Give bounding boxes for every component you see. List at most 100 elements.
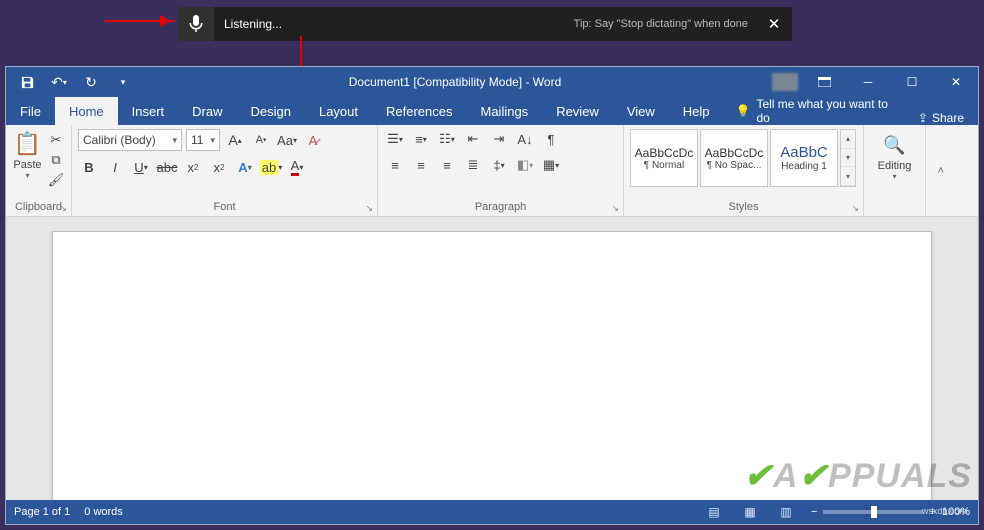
italic-button[interactable]: I	[104, 157, 126, 177]
styles-gallery[interactable]: AaBbCcDc¶ Normal AaBbCcDc¶ No Spac... Aa…	[630, 129, 856, 187]
lightbulb-icon: 💡	[736, 104, 751, 118]
bullets-button[interactable]: ☰▾	[384, 129, 406, 149]
tab-home[interactable]: Home	[55, 97, 118, 125]
page-indicator[interactable]: Page 1 of 1	[14, 506, 70, 518]
tab-mailings[interactable]: Mailings	[467, 97, 543, 125]
multilevel-list-button[interactable]: ☷▾	[436, 129, 458, 149]
share-icon: ⇪	[918, 111, 928, 125]
sort-button[interactable]: A↓	[514, 129, 536, 149]
microphone-icon[interactable]	[178, 7, 214, 41]
word-count[interactable]: 0 words	[84, 506, 123, 518]
zoom-slider-thumb[interactable]	[871, 506, 877, 518]
shading-button[interactable]: ◧▾	[514, 155, 536, 175]
window-close-icon[interactable]: ✕	[934, 67, 978, 97]
bold-button[interactable]: B	[78, 157, 100, 177]
strikethrough-button[interactable]: abc	[156, 157, 178, 177]
minimize-icon[interactable]: ─	[846, 67, 890, 97]
read-mode-icon[interactable]: ▤	[703, 503, 725, 521]
grow-font-button[interactable]: A▴	[224, 130, 246, 150]
tab-review[interactable]: Review	[542, 97, 613, 125]
justify-button[interactable]: ≣	[462, 155, 484, 175]
web-layout-icon[interactable]: ▥	[775, 503, 797, 521]
ribbon-display-icon[interactable]	[802, 67, 846, 97]
ribbon-tabs: File Home Insert Draw Design Layout Refe…	[6, 97, 978, 125]
font-color-button[interactable]: A▾	[286, 157, 308, 177]
paste-button[interactable]: 📋 Paste ▾	[12, 129, 43, 180]
print-layout-icon[interactable]: ▦	[739, 503, 761, 521]
editing-dropdown-icon[interactable]: ▾	[892, 172, 896, 181]
expand-icon[interactable]: ▾	[841, 167, 855, 186]
dictation-tip: Tip: Say "Stop dictating" when done	[574, 18, 756, 30]
tab-help[interactable]: Help	[669, 97, 724, 125]
tab-layout[interactable]: Layout	[305, 97, 372, 125]
increase-indent-button[interactable]: ⇥	[488, 129, 510, 149]
align-center-button[interactable]: ≡	[410, 155, 432, 175]
group-editing: 🔍 Editing ▾	[864, 125, 926, 216]
window-title: Document1 [Compatibility Mode] - Word	[138, 75, 772, 89]
subscript-button[interactable]: x2	[182, 157, 204, 177]
format-painter-icon[interactable]: 🖌	[47, 171, 65, 189]
statusbar: Page 1 of 1 0 words ▤ ▦ ▥ − + 100%wsxdn.…	[6, 500, 978, 524]
clear-formatting-button[interactable]: A̷	[302, 130, 324, 150]
style-normal[interactable]: AaBbCcDc¶ Normal	[630, 129, 698, 187]
copy-icon[interactable]: ⧉	[47, 151, 65, 169]
font-name-value: Calibri (Body)	[83, 133, 156, 147]
chevron-down-icon[interactable]: ▾	[841, 149, 855, 168]
appuals-watermark: ✔A✔PPUALS	[744, 456, 972, 496]
font-group-label: Font	[213, 201, 235, 213]
tab-file[interactable]: File	[6, 97, 55, 125]
text-effects-button[interactable]: A▾	[234, 157, 256, 177]
tab-references[interactable]: References	[372, 97, 466, 125]
chevron-up-icon[interactable]: ▴	[841, 130, 855, 149]
tab-insert[interactable]: Insert	[118, 97, 179, 125]
chevron-down-icon: ▾	[172, 135, 177, 146]
maximize-icon[interactable]: ☐	[890, 67, 934, 97]
paste-label: Paste	[13, 159, 41, 171]
clipboard-icon: 📋	[14, 131, 41, 157]
save-icon[interactable]	[12, 69, 42, 95]
zoom-out-button[interactable]: −	[811, 506, 817, 518]
superscript-button[interactable]: x2	[208, 157, 230, 177]
cut-icon[interactable]: ✂	[47, 131, 65, 149]
highlight-button[interactable]: ab▾	[260, 157, 282, 177]
share-button[interactable]: ⇪Share	[904, 111, 978, 125]
styles-gallery-more[interactable]: ▴▾▾	[840, 129, 856, 187]
find-icon[interactable]: 🔍	[883, 135, 905, 156]
tab-design[interactable]: Design	[237, 97, 305, 125]
user-avatar[interactable]	[772, 73, 798, 91]
styles-launcher-icon[interactable]: ↘	[851, 203, 859, 214]
tab-view[interactable]: View	[613, 97, 669, 125]
tab-draw[interactable]: Draw	[178, 97, 236, 125]
align-right-button[interactable]: ≡	[436, 155, 458, 175]
window-controls: ─ ☐ ✕	[802, 67, 978, 97]
font-name-combo[interactable]: Calibri (Body) ▾	[78, 129, 182, 151]
titlebar: ↶▾ ↻ ▾ Document1 [Compatibility Mode] - …	[6, 67, 978, 97]
numbering-button[interactable]: ≡▾	[410, 129, 432, 149]
font-size-value: 11	[191, 133, 203, 147]
paragraph-launcher-icon[interactable]: ↘	[611, 203, 619, 214]
clipboard-launcher-icon[interactable]: ↘	[59, 203, 67, 214]
style-heading-1[interactable]: AaBbCHeading 1	[770, 129, 838, 187]
paste-dropdown-icon[interactable]: ▾	[25, 171, 29, 180]
close-icon[interactable]: ✕	[756, 7, 792, 41]
redo-icon[interactable]: ↻	[76, 69, 106, 95]
borders-button[interactable]: ▦▾	[540, 155, 562, 175]
font-size-combo[interactable]: 11▾	[186, 129, 220, 151]
paragraph-group-label: Paragraph	[475, 201, 526, 213]
zoom-slider[interactable]	[823, 510, 923, 514]
line-spacing-button[interactable]: ‡▾	[488, 155, 510, 175]
change-case-button[interactable]: Aa▾	[276, 130, 298, 150]
underline-button[interactable]: U▾	[130, 157, 152, 177]
style-no-spacing[interactable]: AaBbCcDc¶ No Spac...	[700, 129, 768, 187]
qat-customize-icon[interactable]: ▾	[108, 69, 138, 95]
editing-label[interactable]: Editing	[878, 160, 912, 172]
styles-group-label: Styles	[729, 201, 759, 213]
undo-icon[interactable]: ↶▾	[44, 69, 74, 95]
decrease-indent-button[interactable]: ⇤	[462, 129, 484, 149]
collapse-ribbon-button[interactable]: ˄	[926, 125, 950, 216]
shrink-font-button[interactable]: A▾	[250, 130, 272, 150]
align-left-button[interactable]: ≡	[384, 155, 406, 175]
tell-me-search[interactable]: 💡Tell me what you want to do	[724, 97, 904, 125]
font-launcher-icon[interactable]: ↘	[365, 203, 373, 214]
show-marks-button[interactable]: ¶	[540, 129, 562, 149]
